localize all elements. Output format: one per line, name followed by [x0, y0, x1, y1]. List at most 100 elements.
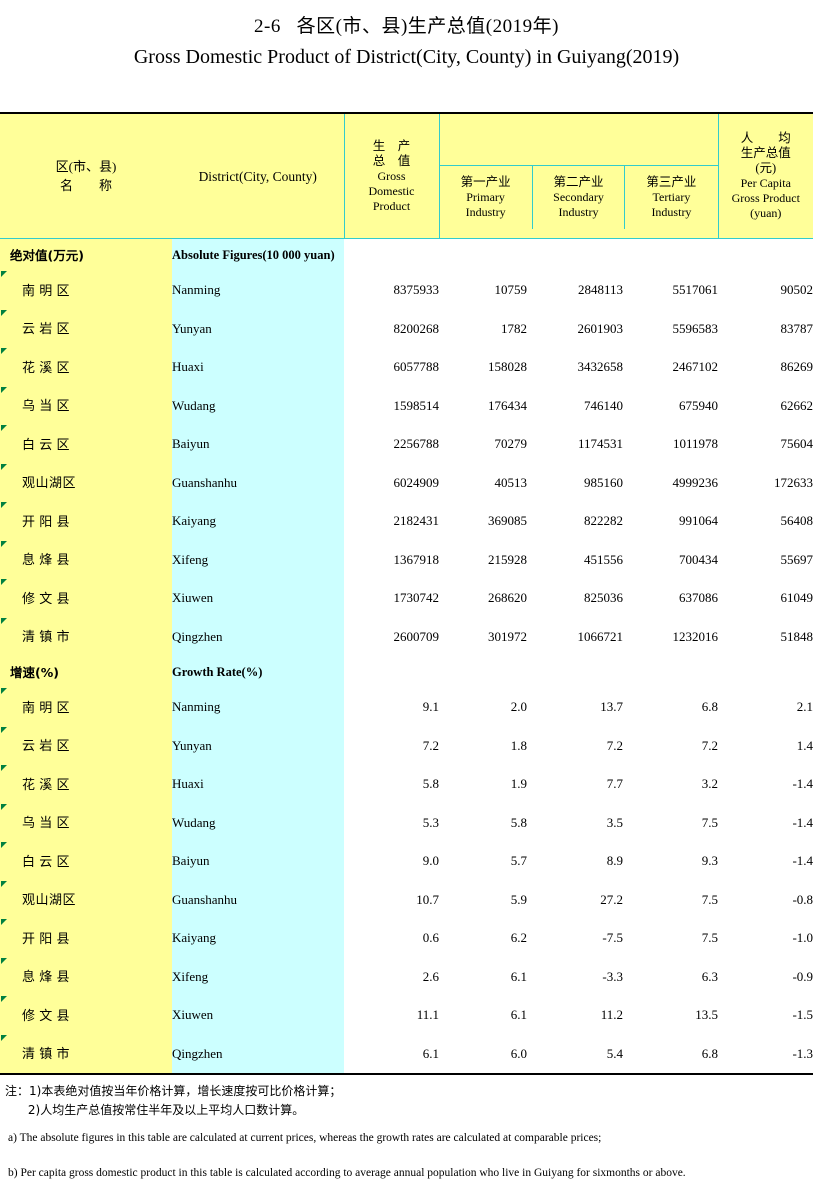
row-district-cn: 开 阳 县 — [0, 919, 172, 958]
row-district-en: Nanming — [172, 271, 344, 310]
row-district-cn: 云 岩 区 — [0, 310, 172, 349]
cell-gdp: 6024909 — [344, 464, 439, 503]
table-row[interactable]: 修 文 县Xiuwen17307422686208250366370866104… — [0, 579, 813, 618]
header-percapita-cn2: 生产总值 — [719, 146, 813, 161]
table-row[interactable]: 观山湖区Guanshanhu60249094051398516049992361… — [0, 464, 813, 503]
cell-gdp: 2182431 — [344, 502, 439, 541]
section-blank-cell — [527, 239, 623, 272]
section-header-row: 绝对值(万元)Absolute Figures(10 000 yuan) — [0, 239, 813, 272]
header-gdp-en1: Gross — [345, 169, 439, 184]
table-row[interactable]: 云 岩 区Yunyan82002681782260190355965838378… — [0, 310, 813, 349]
table-row[interactable]: 息 烽 县Xifeng2.66.1-3.36.3-0.9 — [0, 958, 813, 997]
cell-percapita: 62662 — [718, 387, 813, 426]
table-row[interactable]: 开 阳 县Kaiyang0.66.2-7.57.5-1.0 — [0, 919, 813, 958]
footnote-cn-1: 注：1)本表绝对值按当年价格计算，增长速度按可比价格计算； — [5, 1082, 813, 1101]
cell-tertiary: 991064 — [623, 502, 718, 541]
header-name-en-label: District(City, County) — [172, 169, 344, 184]
row-district-cn: 云 岩 区 — [0, 727, 172, 766]
comment-marker-icon — [1, 881, 7, 887]
cell-secondary: 7.7 — [527, 765, 623, 804]
cell-percapita: 56408 — [718, 502, 813, 541]
cell-percapita: 61049 — [718, 579, 813, 618]
row-district-en: Guanshanhu — [172, 881, 344, 920]
row-district-cn: 修 文 县 — [0, 579, 172, 618]
cell-secondary: 3432658 — [527, 348, 623, 387]
cell-primary: 2.0 — [439, 688, 527, 727]
cell-tertiary: 7.5 — [623, 881, 718, 920]
cell-secondary: 8.9 — [527, 842, 623, 881]
footnote-en-b: b) Per capita gross domestic product in … — [5, 1166, 813, 1181]
table-row[interactable]: 乌 当 区Wudang5.35.83.57.5-1.4 — [0, 804, 813, 843]
cell-secondary: -3.3 — [527, 958, 623, 997]
cell-gdp: 7.2 — [344, 727, 439, 766]
row-district-en: Huaxi — [172, 348, 344, 387]
table-row[interactable]: 花 溪 区Huaxi5.81.97.73.2-1.4 — [0, 765, 813, 804]
header-gdp-cn1: 生 产 — [345, 139, 439, 154]
comment-marker-icon — [1, 464, 7, 470]
cell-percapita: -1.0 — [718, 919, 813, 958]
table-row[interactable]: 南 明 区Nanming9.12.013.76.82.1 — [0, 688, 813, 727]
cell-gdp: 5.3 — [344, 804, 439, 843]
comment-marker-icon — [1, 688, 7, 694]
cell-tertiary: 9.3 — [623, 842, 718, 881]
cell-gdp: 9.0 — [344, 842, 439, 881]
cell-percapita: -0.8 — [718, 881, 813, 920]
table-row[interactable]: 息 烽 县Xifeng13679182159284515567004345569… — [0, 541, 813, 580]
cell-primary: 158028 — [439, 348, 527, 387]
cell-percapita: -1.5 — [718, 996, 813, 1035]
cell-secondary: 746140 — [527, 387, 623, 426]
row-district-en: Yunyan — [172, 727, 344, 766]
cell-secondary: 27.2 — [527, 881, 623, 920]
header-tertiary-en2: Industry — [625, 205, 717, 220]
section-blank-cell — [527, 656, 623, 688]
comment-marker-icon — [1, 804, 7, 810]
row-district-cn: 清 镇 市 — [0, 618, 172, 657]
row-district-en: Xiuwen — [172, 996, 344, 1035]
page-title-chinese: 2-6 各区(市、县)生产总值(2019年) — [0, 14, 813, 40]
table-row[interactable]: 花 溪 区Huaxi605778815802834326582467102862… — [0, 348, 813, 387]
cell-secondary: 1174531 — [527, 425, 623, 464]
table-row[interactable]: 云 岩 区Yunyan7.21.87.27.21.4 — [0, 727, 813, 766]
table-row[interactable]: 开 阳 县Kaiyang2182431369085822282991064564… — [0, 502, 813, 541]
table-row[interactable]: 白 云 区Baiyun9.05.78.99.3-1.4 — [0, 842, 813, 881]
header-industry-group: 第一产业 Primary Industry 第二产业 Secondary Ind… — [439, 113, 718, 239]
section-blank-cell — [439, 239, 527, 272]
table-header: 区(市、县) 名 称 District(City, County) 生 产 总 … — [0, 113, 813, 239]
comment-marker-icon — [1, 310, 7, 316]
row-district-cn: 乌 当 区 — [0, 804, 172, 843]
header-secondary-en1: Secondary — [533, 190, 625, 205]
page-title-english: Gross Domestic Product of District(City,… — [0, 43, 813, 71]
row-district-cn: 开 阳 县 — [0, 502, 172, 541]
cell-secondary: 825036 — [527, 579, 623, 618]
cell-gdp: 6.1 — [344, 1035, 439, 1075]
table-row[interactable]: 观山湖区Guanshanhu10.75.927.27.5-0.8 — [0, 881, 813, 920]
cell-percapita: 83787 — [718, 310, 813, 349]
header-gdp-cn2: 总 值 — [345, 154, 439, 169]
comment-marker-icon — [1, 727, 7, 733]
section-blank-cell — [439, 656, 527, 688]
cell-gdp: 5.8 — [344, 765, 439, 804]
cell-primary: 70279 — [439, 425, 527, 464]
table-row[interactable]: 清 镇 市Qingzhen260070930197210667211232016… — [0, 618, 813, 657]
header-percapita-en1: Per Capita — [719, 176, 813, 191]
comment-marker-icon — [1, 541, 7, 547]
row-district-en: Guanshanhu — [172, 464, 344, 503]
cell-secondary: 1066721 — [527, 618, 623, 657]
header-percapita-en3: (yuan) — [719, 206, 813, 221]
table-row[interactable]: 南 明 区Nanming8375933107592848113551706190… — [0, 271, 813, 310]
row-district-en: Baiyun — [172, 842, 344, 881]
cell-primary: 1.9 — [439, 765, 527, 804]
cell-primary: 215928 — [439, 541, 527, 580]
table-row[interactable]: 乌 当 区Wudang15985141764347461406759406266… — [0, 387, 813, 426]
cell-tertiary: 637086 — [623, 579, 718, 618]
cell-percapita: 172633 — [718, 464, 813, 503]
table-body: 绝对值(万元)Absolute Figures(10 000 yuan)南 明 … — [0, 239, 813, 1075]
cell-gdp: 2600709 — [344, 618, 439, 657]
page-title-block: 2-6 各区(市、县)生产总值(2019年) Gross Domestic Pr… — [0, 0, 813, 71]
table-row[interactable]: 白 云 区Baiyun22567887027911745311011978756… — [0, 425, 813, 464]
cell-primary: 5.8 — [439, 804, 527, 843]
table-row[interactable]: 修 文 县Xiuwen11.16.111.213.5-1.5 — [0, 996, 813, 1035]
cell-gdp: 1598514 — [344, 387, 439, 426]
table-row[interactable]: 清 镇 市Qingzhen6.16.05.46.8-1.3 — [0, 1035, 813, 1075]
row-district-en: Qingzhen — [172, 618, 344, 657]
